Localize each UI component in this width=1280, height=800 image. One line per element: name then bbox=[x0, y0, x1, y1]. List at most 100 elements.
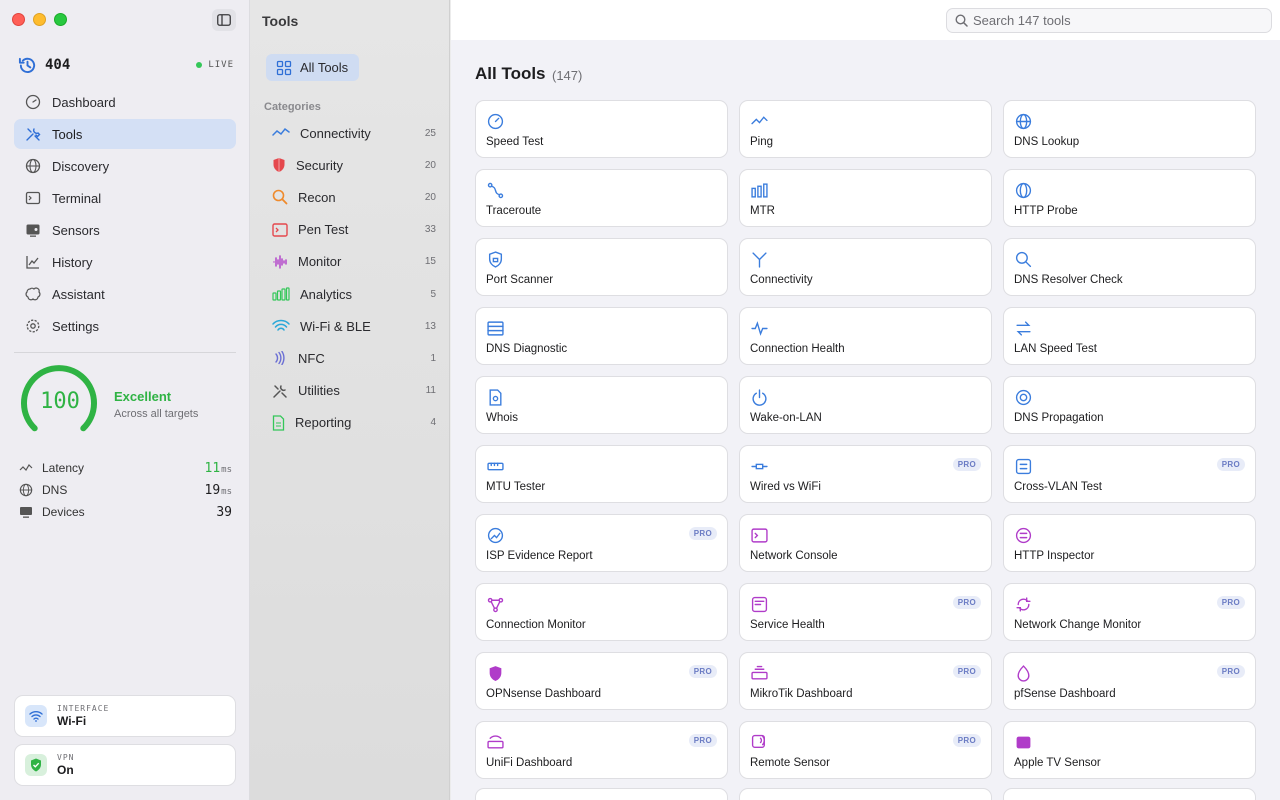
category-label: Utilities bbox=[298, 383, 340, 399]
category-item-connectivity[interactable]: Connectivity 25 bbox=[264, 117, 436, 149]
nav-item-sensors[interactable]: Sensors bbox=[14, 215, 236, 245]
tool-card-wake-on-lan[interactable]: Wake-on-LAN bbox=[739, 376, 992, 434]
tool-card-unifi-dashboard[interactable]: UniFi Dashboard PRO bbox=[475, 721, 728, 779]
category-item-reporting[interactable]: Reporting 4 bbox=[264, 407, 436, 439]
search-icon bbox=[955, 14, 968, 27]
tool-card-ping[interactable]: Ping bbox=[739, 100, 992, 158]
tool-card-dns-resolver-check[interactable]: DNS Resolver Check bbox=[1003, 238, 1256, 296]
live-dot-icon bbox=[196, 62, 203, 68]
category-item-wi-fi-ble[interactable]: Wi-Fi & BLE 13 bbox=[264, 310, 436, 342]
sidebar-toggle-button[interactable] bbox=[212, 9, 236, 31]
tool-card-service-health[interactable]: Service Health PRO bbox=[739, 583, 992, 641]
minimize-window-button[interactable] bbox=[33, 13, 46, 26]
wrench-icon bbox=[272, 383, 298, 399]
gear-icon bbox=[26, 319, 40, 333]
tool-card-apple-tv-sensor[interactable]: Apple TV Sensor bbox=[1003, 721, 1256, 779]
nav-label: Terminal bbox=[52, 190, 102, 206]
tool-card-connectivity[interactable]: Connectivity bbox=[739, 238, 992, 296]
pro-badge: PRO bbox=[952, 665, 981, 678]
flame-icon bbox=[1014, 664, 1032, 682]
category-item-security[interactable]: Security 20 bbox=[264, 149, 436, 181]
tool-label: Speed Test bbox=[486, 136, 544, 148]
tool-card-traceroute[interactable]: Traceroute bbox=[475, 169, 728, 227]
tool-card-mikrotik-dashboard[interactable]: MikroTik Dashboard PRO bbox=[739, 652, 992, 710]
category-count: 15 bbox=[424, 256, 436, 268]
metric-label: Devices bbox=[42, 505, 85, 519]
partial-card[interactable] bbox=[739, 788, 992, 800]
nav-item-assistant[interactable]: Assistant bbox=[14, 279, 236, 309]
tool-label: DNS Lookup bbox=[1014, 136, 1080, 148]
tool-label: Wake-on-LAN bbox=[750, 412, 822, 424]
tool-card-pfsense-dashboard[interactable]: pfSense Dashboard PRO bbox=[1003, 652, 1256, 710]
tool-card-connection-health[interactable]: Connection Health bbox=[739, 307, 992, 365]
zoom-window-button[interactable] bbox=[54, 13, 67, 26]
tool-label: MikroTik Dashboard bbox=[750, 688, 853, 700]
all-tools-item[interactable]: All Tools bbox=[266, 54, 359, 81]
tool-card-speed-test[interactable]: Speed Test bbox=[475, 100, 728, 158]
metric-devices: Devices 39 bbox=[19, 501, 232, 523]
nav-label: Discovery bbox=[52, 158, 110, 174]
tool-card-dns-propagation[interactable]: DNS Propagation bbox=[1003, 376, 1256, 434]
tool-card-dns-diagnostic[interactable]: DNS Diagnostic bbox=[475, 307, 728, 365]
nav-item-terminal[interactable]: Terminal bbox=[14, 183, 236, 213]
tool-card-remote-sensor[interactable]: Remote Sensor PRO bbox=[739, 721, 992, 779]
tool-card-mtr[interactable]: MTR bbox=[739, 169, 992, 227]
tool-card-network-change-monitor[interactable]: Network Change Monitor PRO bbox=[1003, 583, 1256, 641]
tool-card-network-console[interactable]: Network Console bbox=[739, 514, 992, 572]
category-item-recon[interactable]: Recon 20 bbox=[264, 181, 436, 213]
gauge-icon bbox=[486, 112, 504, 130]
shield-icon bbox=[486, 664, 504, 682]
pro-badge: PRO bbox=[952, 734, 981, 747]
tool-card-http-inspector[interactable]: HTTP Inspector bbox=[1003, 514, 1256, 572]
nav-item-discovery[interactable]: Discovery bbox=[14, 151, 236, 181]
nav-label: Tools bbox=[52, 126, 83, 142]
nav-item-tools[interactable]: Tools bbox=[14, 119, 236, 149]
tool-label: HTTP Probe bbox=[1014, 205, 1078, 217]
category-label: Monitor bbox=[298, 254, 342, 270]
category-count: 5 bbox=[430, 288, 436, 300]
category-count: 11 bbox=[425, 385, 436, 397]
grid-icon bbox=[276, 60, 292, 75]
wave-icon bbox=[272, 126, 300, 140]
partial-card[interactable] bbox=[475, 788, 728, 800]
tool-card-mtu-tester[interactable]: MTU Tester bbox=[475, 445, 728, 503]
tool-card-wired-vs-wifi[interactable]: Wired vs WiFi PRO bbox=[739, 445, 992, 503]
dns-value: 19 bbox=[204, 482, 221, 498]
tool-card-dns-lookup[interactable]: DNS Lookup bbox=[1003, 100, 1256, 158]
search-box[interactable] bbox=[946, 8, 1272, 33]
interface-value: Wi-Fi bbox=[57, 714, 87, 728]
category-item-utilities[interactable]: Utilities 11 bbox=[264, 375, 436, 407]
metric-latency: Latency 11ms bbox=[19, 457, 232, 479]
terminal-icon bbox=[25, 191, 41, 205]
partial-card[interactable] bbox=[1003, 788, 1256, 800]
tv-icon bbox=[1014, 733, 1032, 751]
nav-item-dashboard[interactable]: Dashboard bbox=[14, 87, 236, 117]
tool-card-port-scanner[interactable]: Port Scanner bbox=[475, 238, 728, 296]
interface-card[interactable]: INTERFACE Wi-Fi bbox=[14, 695, 236, 737]
search-input[interactable] bbox=[973, 13, 1263, 28]
category-count: 1 bbox=[430, 352, 436, 364]
category-item-analytics[interactable]: Analytics 5 bbox=[264, 278, 436, 310]
category-item-nfc[interactable]: NFC 1 bbox=[264, 342, 436, 374]
tool-card-opnsense-dashboard[interactable]: OPNsense Dashboard PRO bbox=[475, 652, 728, 710]
category-label: NFC bbox=[298, 350, 325, 366]
tool-card-connection-monitor[interactable]: Connection Monitor bbox=[475, 583, 728, 641]
tool-label: Connectivity bbox=[750, 274, 813, 286]
nav-item-settings[interactable]: Settings bbox=[14, 311, 236, 341]
health-subtitle: Across all targets bbox=[114, 408, 199, 420]
close-window-button[interactable] bbox=[12, 13, 25, 26]
category-count: 13 bbox=[424, 320, 436, 332]
tool-card-http-probe[interactable]: HTTP Probe bbox=[1003, 169, 1256, 227]
tool-label: Apple TV Sensor bbox=[1014, 757, 1101, 769]
tool-card-cross-vlan-test[interactable]: Cross-VLAN Test PRO bbox=[1003, 445, 1256, 503]
category-item-monitor[interactable]: Monitor 15 bbox=[264, 246, 436, 278]
vpn-card[interactable]: VPN On bbox=[14, 744, 236, 786]
tool-label: Remote Sensor bbox=[750, 757, 830, 769]
nav-item-history[interactable]: History bbox=[14, 247, 236, 277]
tool-card-lan-speed-test[interactable]: LAN Speed Test bbox=[1003, 307, 1256, 365]
category-item-pen-test[interactable]: Pen Test 33 bbox=[264, 214, 436, 246]
category-count: 20 bbox=[424, 191, 436, 203]
tool-card-whois[interactable]: Whois bbox=[475, 376, 728, 434]
pulse-icon bbox=[750, 319, 768, 337]
tool-card-isp-evidence-report[interactable]: ISP Evidence Report PRO bbox=[475, 514, 728, 572]
